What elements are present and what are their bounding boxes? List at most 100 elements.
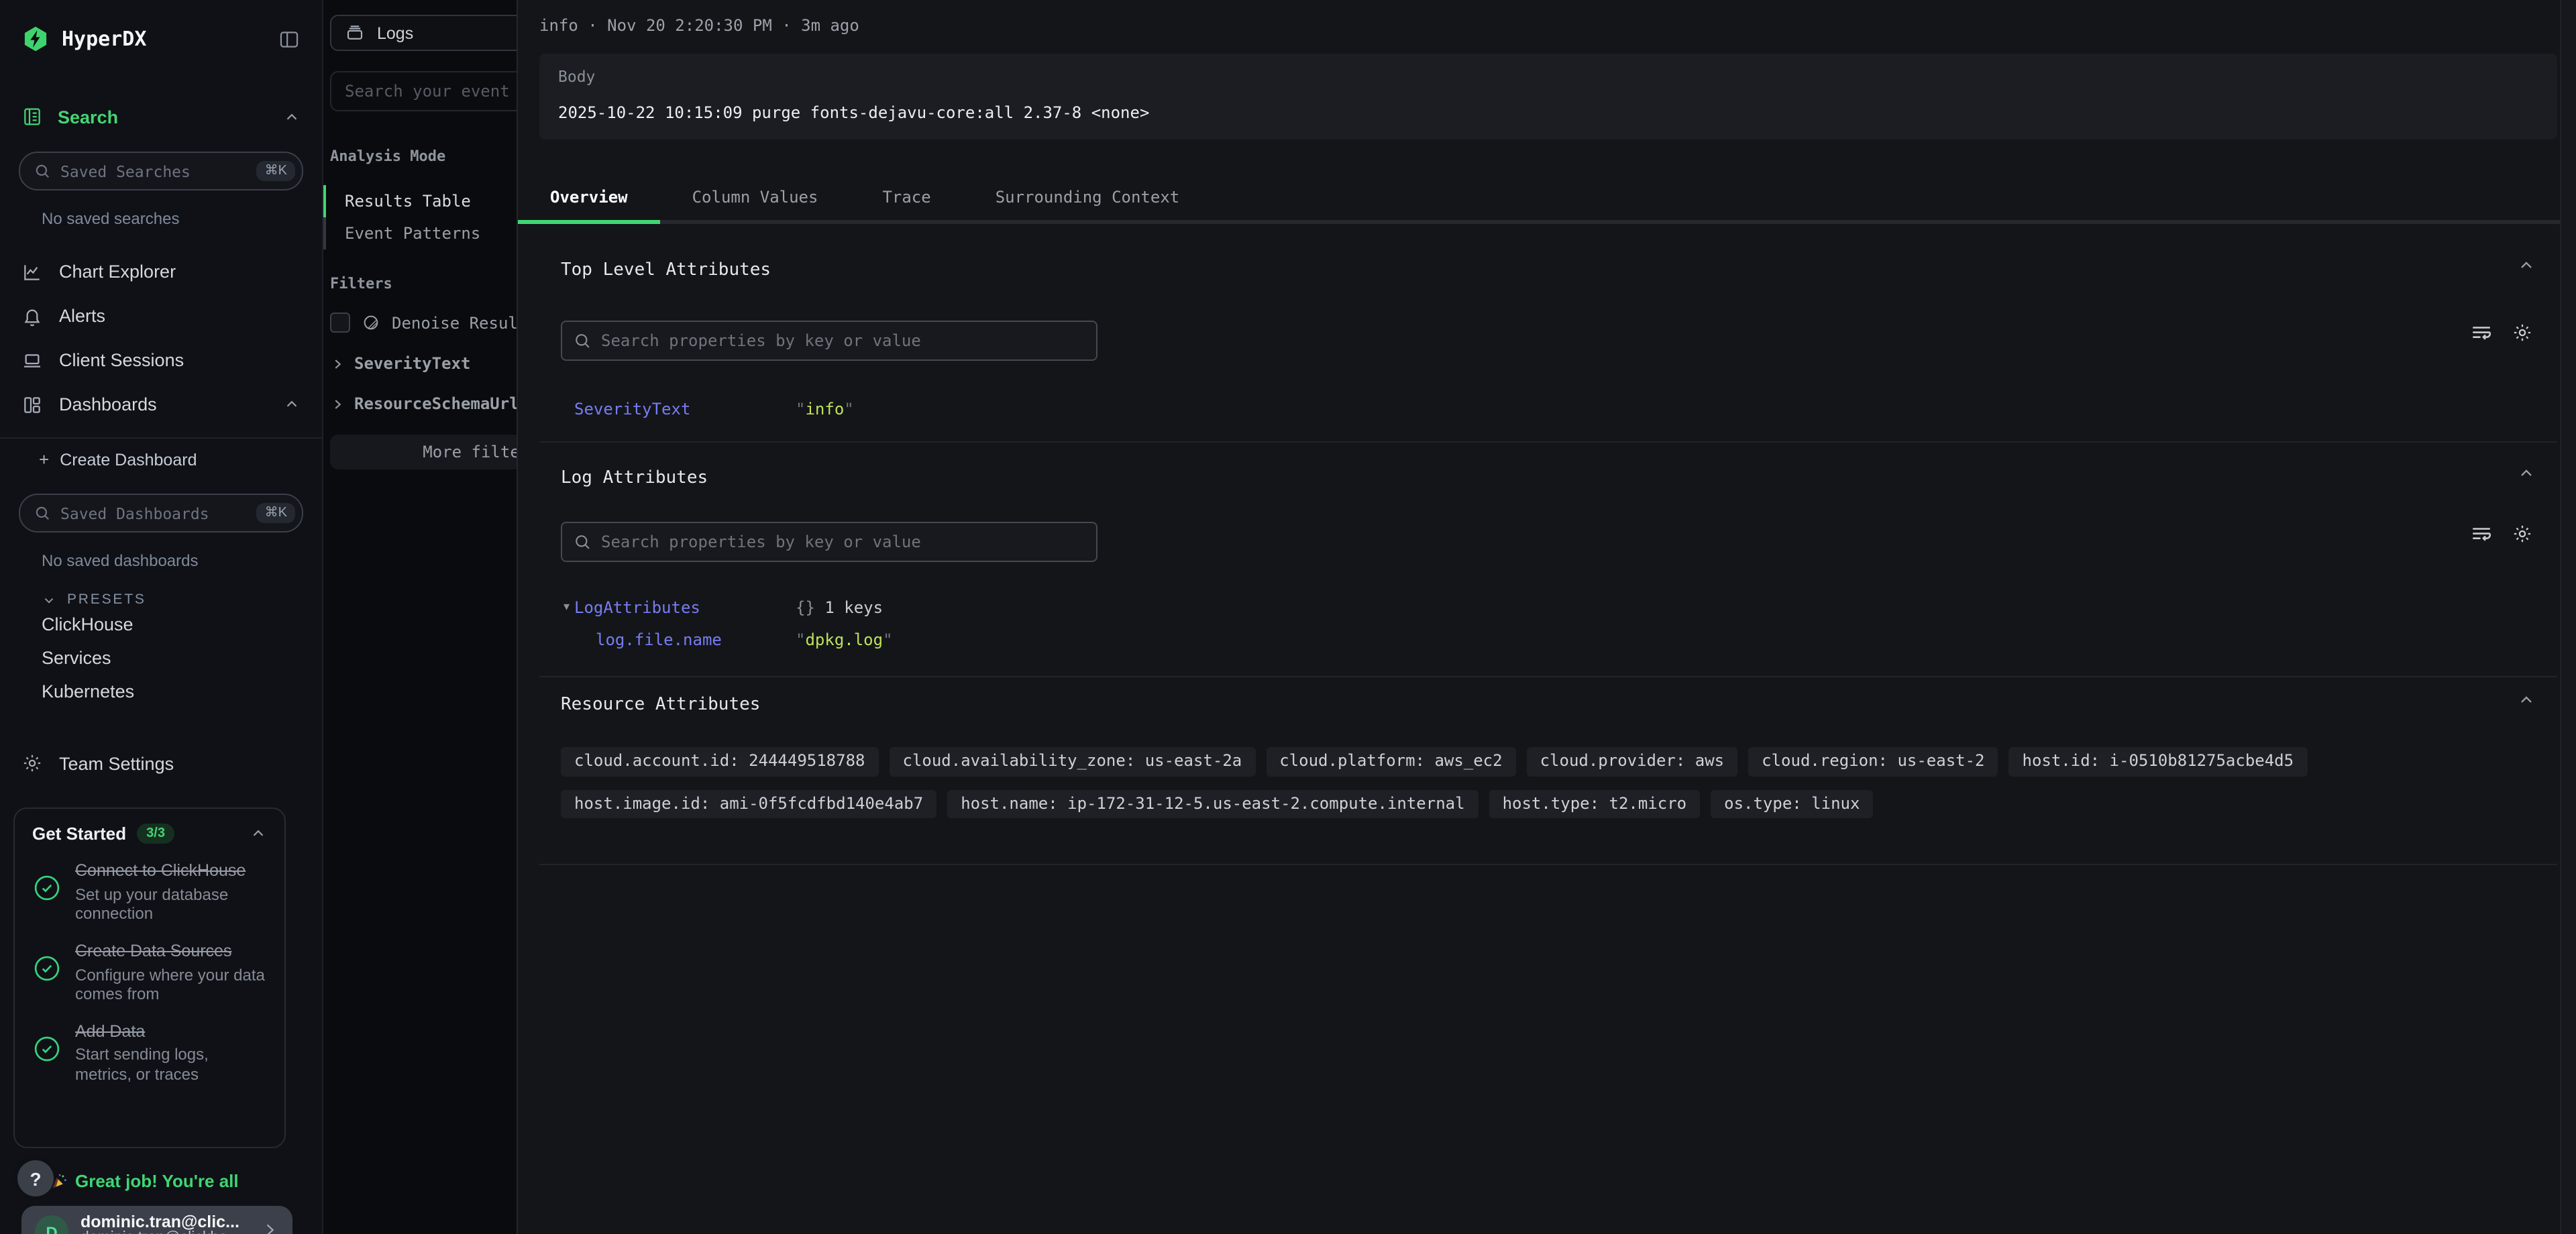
nav-label: Dashboards	[59, 394, 157, 414]
gear-icon[interactable]	[2512, 322, 2533, 345]
resource-pill[interactable]: cloud.account.id: 244449518788	[561, 747, 879, 776]
get-started-item: Create Data Sources Configure where your…	[32, 942, 267, 1005]
check-circle-icon	[32, 873, 62, 903]
saved-searches-placeholder: Saved Searches	[60, 162, 191, 180]
caret-down-icon[interactable]: ▾	[564, 601, 574, 614]
chevron-right-icon	[330, 356, 345, 371]
chevron-up-icon[interactable]	[250, 825, 267, 842]
braces-icon: {}	[796, 598, 815, 617]
sidebar-item-team-settings[interactable]: Team Settings	[0, 746, 322, 781]
tab-label: Column Values	[692, 188, 818, 207]
mode-results-table[interactable]: Results Table	[322, 185, 517, 217]
create-dashboard-label: Create Dashboard	[60, 450, 197, 469]
sidebar-item-client-sessions[interactable]: Client Sessions	[0, 338, 322, 382]
user-menu[interactable]: D dominic.tran@clic... dominic.tran@clic…	[21, 1206, 292, 1234]
denoise-results-checkbox-row[interactable]: Denoise Resul	[330, 313, 517, 333]
help-button[interactable]: ?	[17, 1160, 54, 1196]
sidebar-item-search[interactable]: Search	[0, 102, 322, 131]
filter-group-severitytext[interactable]: SeverityText	[330, 354, 517, 373]
gear-icon[interactable]	[2512, 523, 2533, 546]
preset-item-services[interactable]: Services	[0, 641, 322, 675]
property-search-input[interactable]: Search properties by key or value	[561, 321, 1097, 361]
get-started-header[interactable]: Get Started 3/3	[32, 824, 267, 844]
sidebar-collapse-icon[interactable]	[278, 27, 301, 50]
section-resource-attributes: Resource Attributes cloud.account.id: 24…	[539, 677, 2557, 865]
section-tools	[2470, 523, 2533, 546]
attribute-value[interactable]: "info"	[796, 400, 854, 418]
get-started-item-title[interactable]: Create Data Sources	[75, 942, 267, 962]
tab-surrounding-context[interactable]: Surrounding Context	[963, 174, 1212, 224]
tab-overview[interactable]: Overview	[518, 174, 660, 224]
analysis-mode-options: Results Table Event Patterns	[322, 185, 517, 249]
chevron-up-icon[interactable]	[2517, 464, 2536, 483]
get-started-item: Add Data Start sending logs, metrics, or…	[32, 1022, 267, 1085]
preset-label: Services	[42, 648, 111, 668]
sidebar-item-dashboards[interactable]: Dashboards	[0, 382, 322, 427]
attribute-key[interactable]: log.file.name	[596, 630, 796, 649]
search-icon	[573, 532, 592, 551]
filter-group-label: ResourceSchemaUrl	[354, 394, 519, 413]
shortcut-badge: ⌘K	[257, 503, 295, 523]
chevron-up-icon[interactable]	[2517, 256, 2536, 275]
source-select-label: Logs	[377, 23, 413, 42]
section-title: Top Level Attributes	[561, 262, 2557, 280]
create-dashboard-button[interactable]: + Create Dashboard	[0, 439, 322, 480]
sidebar-header: HyperDX	[0, 0, 322, 56]
search-icon	[34, 162, 51, 180]
tab-column-values[interactable]: Column Values	[660, 174, 851, 224]
toast-text: Great job! You're all	[75, 1171, 239, 1191]
resource-pill[interactable]: cloud.platform: aws_ec2	[1266, 747, 1515, 776]
resource-pill[interactable]: host.image.id: ami-0f5fcdfbd140e4ab7	[561, 789, 936, 818]
user-name: dominic.tran@clic...	[80, 1214, 240, 1230]
bell-icon	[21, 305, 43, 327]
user-email: dominic.tran@clickho...	[80, 1230, 240, 1234]
resource-pill[interactable]: cloud.region: us-east-2	[1748, 747, 1998, 776]
scrollbar[interactable]	[2560, 0, 2576, 1234]
quote-mark: "	[796, 630, 805, 649]
mode-event-patterns[interactable]: Event Patterns	[322, 217, 517, 249]
saved-dashboards-input[interactable]: Saved Dashboards ⌘K	[19, 494, 303, 532]
search-page-icon	[21, 106, 43, 127]
property-search-placeholder: Search properties by key or value	[601, 532, 921, 551]
chevron-up-icon[interactable]	[283, 108, 301, 125]
tab-trace[interactable]: Trace	[850, 174, 963, 224]
saved-searches-input[interactable]: Saved Searches ⌘K	[19, 152, 303, 190]
team-settings-label: Team Settings	[59, 753, 174, 773]
wrap-lines-icon[interactable]	[2470, 322, 2493, 345]
attribute-row-log-file-name[interactable]: log.file.name "dpkg.log"	[561, 626, 2557, 653]
sidebar-item-chart-explorer[interactable]: Chart Explorer	[0, 249, 322, 294]
resource-pill[interactable]: cloud.availability_zone: us-east-2a	[890, 747, 1256, 776]
wrap-lines-icon[interactable]	[2470, 523, 2493, 546]
nav-label: Alerts	[59, 306, 105, 326]
resource-pill[interactable]: cloud.provider: aws	[1527, 747, 1738, 776]
body-text: 2025-10-22 10:15:09 purge fonts-dejavu-c…	[558, 103, 2538, 122]
preset-item-kubernetes[interactable]: Kubernetes	[0, 675, 322, 708]
resource-pill[interactable]: host.id: i-0510b81275acbe4d5	[2009, 747, 2308, 776]
resource-pill[interactable]: host.type: t2.micro	[1489, 789, 1701, 818]
avatar-initial: D	[46, 1223, 57, 1234]
presets-toggle[interactable]: PRESETS	[42, 592, 322, 608]
chevron-up-icon[interactable]	[2517, 691, 2536, 710]
get-started-item-title[interactable]: Connect to ClickHouse	[75, 861, 267, 882]
sidebar-item-alerts[interactable]: Alerts	[0, 294, 322, 338]
quote-mark: "	[796, 400, 805, 418]
tree-root-key[interactable]: LogAttributes	[574, 598, 796, 617]
filter-group-resourceschemaurl[interactable]: ResourceSchemaUrl	[330, 394, 517, 413]
checkbox[interactable]	[330, 313, 350, 333]
section-tools	[2470, 322, 2533, 345]
resource-pill[interactable]: host.name: ip-172-31-12-5.us-east-2.comp…	[947, 789, 1478, 818]
chevron-up-icon[interactable]	[283, 396, 301, 413]
resource-pill[interactable]: os.type: linux	[1711, 789, 1873, 818]
attribute-value[interactable]: "dpkg.log"	[796, 630, 893, 649]
property-search-placeholder: Search properties by key or value	[601, 331, 921, 350]
get-started-item-title[interactable]: Add Data	[75, 1022, 267, 1043]
logattributes-tree-root[interactable]: ▾ LogAttributes {} 1 keys	[561, 596, 2557, 620]
chevron-right-icon	[260, 1221, 279, 1234]
attribute-row-severitytext[interactable]: SeverityText "info"	[561, 396, 2557, 423]
app-title: HyperDX	[62, 27, 146, 51]
preset-item-clickhouse[interactable]: ClickHouse	[0, 608, 322, 641]
tab-label: Trace	[882, 188, 930, 207]
presets-label: PRESETS	[67, 592, 146, 608]
property-search-input[interactable]: Search properties by key or value	[561, 522, 1097, 562]
attribute-key[interactable]: SeverityText	[574, 400, 796, 418]
